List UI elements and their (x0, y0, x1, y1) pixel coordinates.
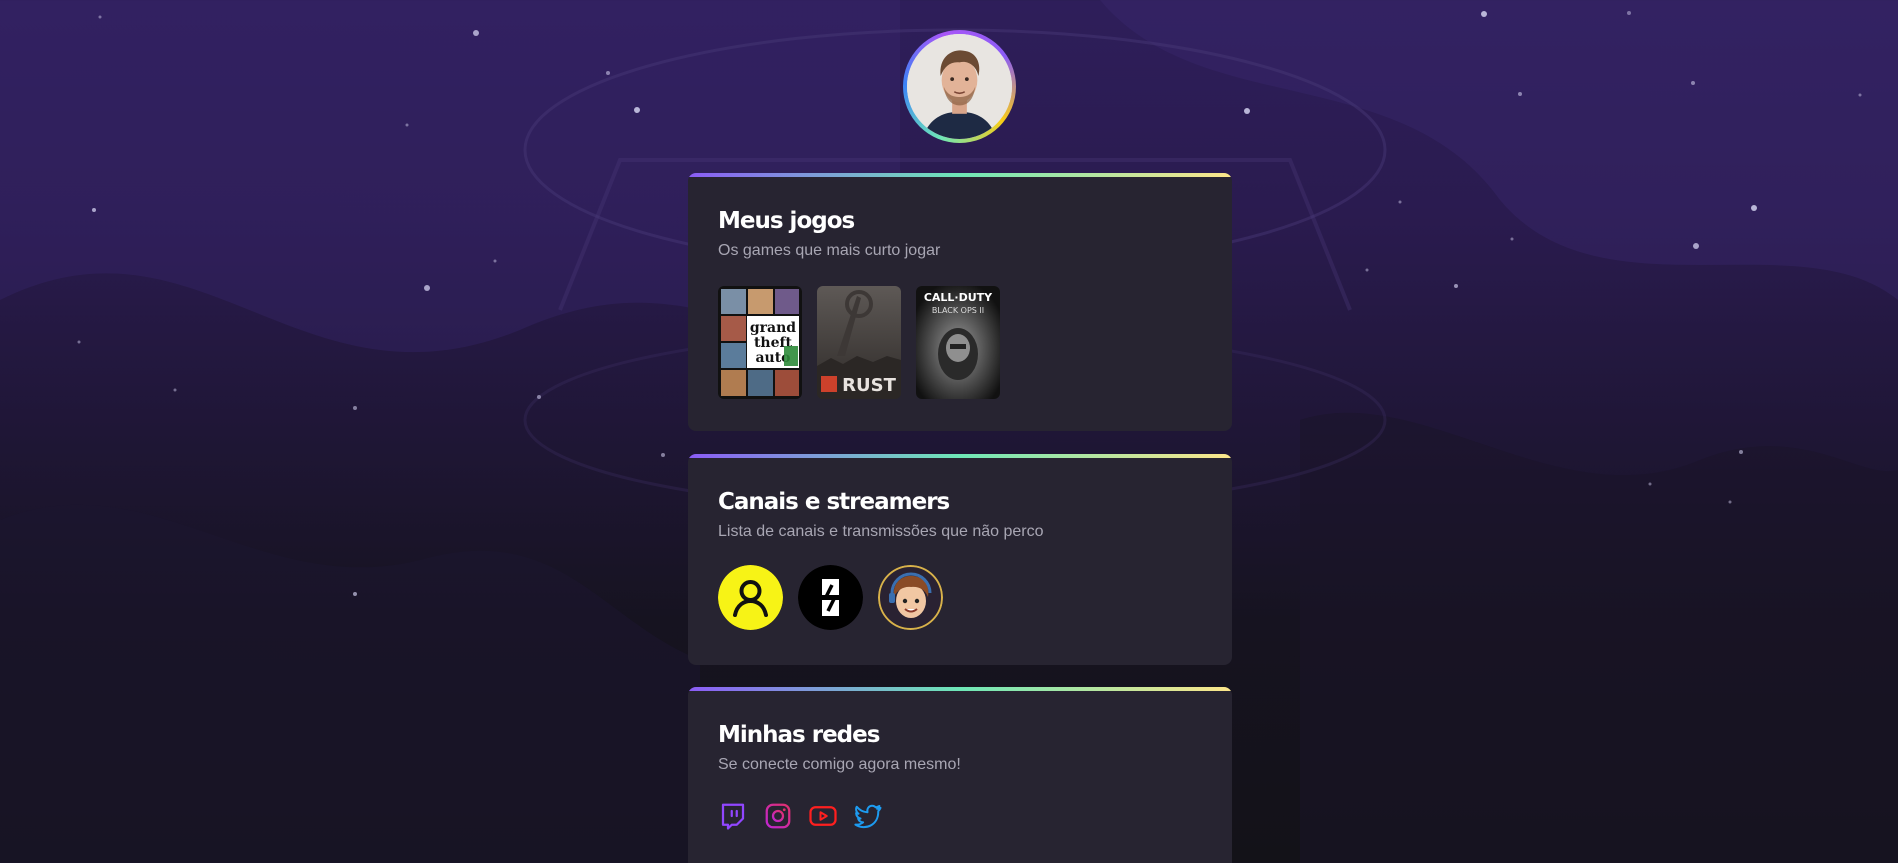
profile-avatar (903, 30, 1016, 143)
youtube-icon (809, 806, 837, 826)
instagram-icon (765, 803, 791, 829)
social-card-title: Minhas redes (718, 722, 880, 748)
cod-cover-text-2: BLACK OPS II (932, 306, 984, 315)
user-icon (718, 565, 783, 630)
twitter-icon (854, 804, 882, 829)
twitch-icon (721, 803, 745, 830)
rust-cover-text: RUST (842, 375, 896, 396)
games-card-title: Meus jogos (718, 208, 855, 234)
twitch-link[interactable] (718, 801, 748, 831)
instagram-link[interactable] (763, 801, 793, 831)
channels-list (718, 565, 1202, 630)
games-card: Meus jogos Os games que mais curto jogar… (688, 173, 1232, 431)
channels-card-title: Canais e streamers (718, 489, 950, 515)
cod-cover-text-1: CALL·DUTY (924, 291, 993, 304)
youtube-link[interactable] (808, 801, 838, 831)
streamer-avatar-icon (878, 565, 943, 630)
social-links (718, 801, 1202, 831)
channel-logo-icon (798, 565, 863, 630)
game-cover-gta-v[interactable]: grand theft auto (718, 286, 802, 399)
twitter-link[interactable] (853, 801, 883, 831)
channels-card-subtitle: Lista de canais e transmissões que não p… (718, 523, 1044, 540)
game-cover-cod-black-ops-2[interactable]: CALL·DUTY BLACK OPS II (916, 286, 1000, 399)
gta-cover-text-1: grand (750, 320, 796, 336)
channel-1[interactable] (718, 565, 783, 630)
games-card-subtitle: Os games que mais curto jogar (718, 242, 941, 259)
channel-3[interactable] (878, 565, 943, 630)
channel-2[interactable] (798, 565, 863, 630)
social-card: Minhas redes Se conecte comigo agora mes… (688, 687, 1232, 863)
social-card-subtitle: Se conecte comigo agora mesmo! (718, 756, 961, 773)
channels-card: Canais e streamers Lista de canais e tra… (688, 454, 1232, 665)
profile-photo-icon (907, 34, 1012, 139)
game-cover-rust[interactable]: RUST (817, 286, 901, 399)
games-list: grand theft auto RUST CALL·DUTY BLACK OP… (718, 286, 1202, 399)
